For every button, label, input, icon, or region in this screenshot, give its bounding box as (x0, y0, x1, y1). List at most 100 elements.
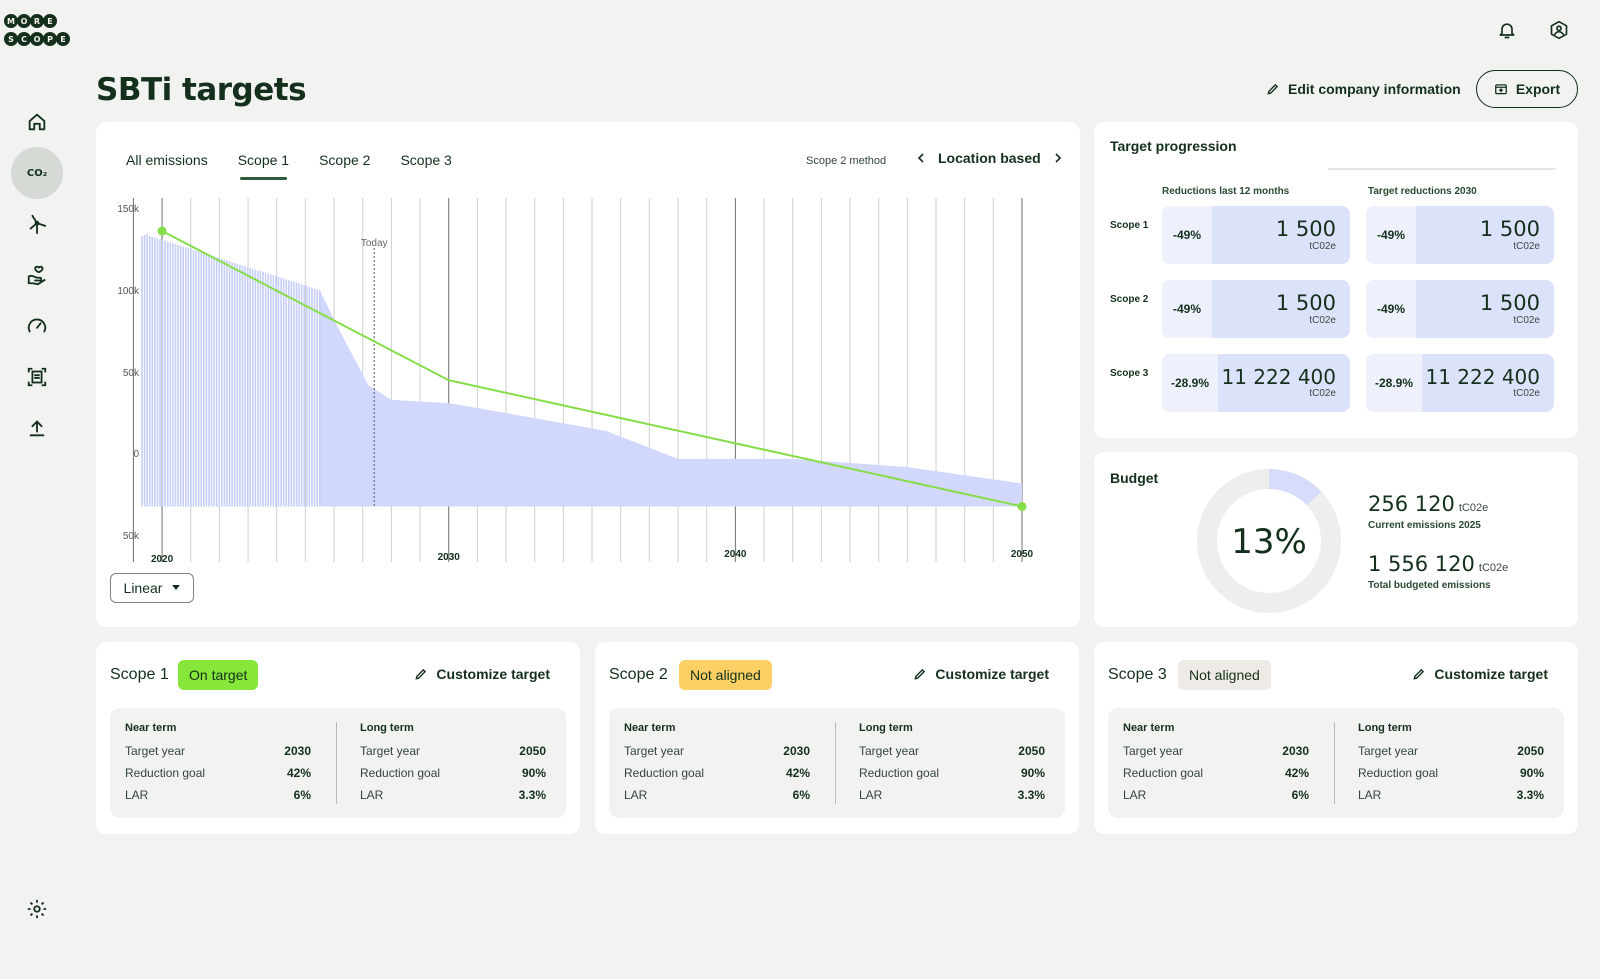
col-reductions-12m: Reductions last 12 months (1162, 186, 1290, 197)
target-progression-title: Target progression (1110, 138, 1237, 154)
sidebar-item-donations[interactable] (11, 249, 63, 301)
tp-unit: tC02e (1309, 314, 1336, 326)
co2-icon: CO₂ (26, 167, 48, 179)
reduction-goal-value: 90% (521, 766, 546, 780)
logo-letter: M (4, 14, 18, 28)
sidebar-item-home[interactable] (11, 96, 63, 148)
emissions-chart-card: All emissions Scope 1 Scope 2 Scope 3 Sc… (96, 122, 1080, 627)
target-year-row: Target year 2050 (1358, 740, 1544, 762)
lar-value: 6% (792, 788, 810, 802)
near-term-column: Near term Target year 2030 Reduction goal 42… (624, 722, 810, 806)
sidebar-item-performance[interactable] (11, 300, 63, 352)
tp-target-2030-box: -49% 1 500 tC02e (1366, 280, 1554, 338)
tp-unit: tC02e (1513, 314, 1540, 326)
column-divider (1334, 722, 1335, 804)
reduction-goal-row: Reduction goal 42% (1123, 762, 1309, 784)
tp-unit: tC02e (1309, 388, 1336, 399)
sidebar-item-reports[interactable] (11, 351, 63, 403)
receipt-scan-icon (27, 367, 47, 387)
target-details: Near term Target year 2030 Reduction goal 42… (1108, 708, 1564, 818)
total-budget-value: 1 556 120 tC02e (1368, 552, 1508, 576)
budget-title: Budget (1110, 470, 1159, 486)
lar-value: 3.3% (518, 788, 546, 802)
sidebar-item-settings[interactable] (11, 883, 63, 935)
x-tick-label: 2040 (724, 549, 747, 560)
target-progression-card: Target progression Reductions last 12 mo… (1094, 122, 1578, 438)
pencil-icon (1413, 668, 1425, 680)
lar-label: LAR (125, 788, 149, 802)
target-year-value: 2050 (519, 744, 546, 758)
lar-row: LAR 6% (1123, 784, 1309, 806)
near-term-column: Near term Target year 2030 Reduction goal 42… (125, 722, 311, 806)
logo-letter: O (30, 32, 44, 46)
customize-target-button[interactable]: Customize target (913, 666, 1049, 682)
logo-letter: R (30, 14, 44, 28)
long-term-heading: Long term (360, 722, 414, 734)
target-point (157, 226, 167, 236)
budget-card: Budget 13% 256 120 tC02e Current emission… (1094, 452, 1578, 627)
gear-icon (27, 899, 47, 919)
lar-value: 6% (1291, 788, 1309, 802)
target-year-value: 2030 (783, 744, 810, 758)
target-progression-divider (1328, 168, 1556, 170)
tp-value-block: 11 222 400 tC02e (1422, 354, 1554, 412)
lar-value: 6% (293, 788, 311, 802)
long-term-column: Long term Target year 2050 Reduction goal 90… (360, 722, 546, 806)
near-term-column: Near term Target year 2030 Reduction goal 42… (1123, 722, 1309, 806)
lar-row: LAR 3.3% (859, 784, 1045, 806)
reduction-goal-row: Reduction goal 90% (1358, 762, 1544, 784)
export-button[interactable]: Export (1476, 70, 1578, 108)
hand-heart-icon (27, 265, 46, 286)
export-icon (1494, 84, 1507, 95)
reduction-goal-row: Reduction goal 90% (859, 762, 1045, 784)
forecast-area (319, 290, 1022, 507)
sidebar-item-upload[interactable] (11, 402, 63, 454)
customize-target-button[interactable]: Customize target (1412, 666, 1548, 682)
total-budget-label: Total budgeted emissions (1368, 580, 1491, 591)
current-emissions-value: 256 120 tC02e (1368, 492, 1488, 516)
tp-target-2030-box: -28.9% 11 222 400 tC02e (1366, 354, 1554, 412)
tp-value: 1 500 (1479, 291, 1540, 316)
target-details: Near term Target year 2030 Reduction goal 42… (609, 708, 1065, 818)
user-profile-icon[interactable] (1547, 18, 1571, 42)
edit-company-button[interactable]: Edit company information (1266, 78, 1461, 100)
target-year-row: Target year 2030 (125, 740, 311, 762)
status-badge: Not aligned (679, 660, 772, 690)
customize-target-button[interactable]: Customize target (414, 666, 550, 682)
tp-reduction-12m-box: -49% 1 500 tC02e (1162, 280, 1350, 338)
y-tick-label: 0 (133, 449, 139, 460)
sidebar-item-co2[interactable]: CO₂ (11, 147, 63, 199)
sidebar-item-energy[interactable] (11, 198, 63, 250)
scale-select-value: Linear (123, 580, 163, 596)
logo-letter: O (17, 14, 31, 28)
tp-value-block: 11 222 400 tC02e (1218, 354, 1350, 412)
lar-row: LAR 6% (125, 784, 311, 806)
scale-select[interactable]: Linear (110, 573, 194, 603)
tp-value-block: 1 500 tC02e (1212, 280, 1350, 338)
caret-down-icon (172, 585, 181, 590)
pencil-icon (415, 668, 427, 680)
tp-reduction-12m-box: -49% 1 500 tC02e (1162, 206, 1350, 264)
pencil-icon (914, 668, 926, 680)
customize-target-label: Customize target (935, 666, 1049, 682)
upload-icon (29, 420, 45, 437)
tp-value: 1 500 (1275, 217, 1336, 242)
logo-letter: S (4, 32, 18, 46)
lar-label: LAR (360, 788, 384, 802)
long-term-heading: Long term (1358, 722, 1412, 734)
export-label: Export (1515, 81, 1561, 97)
long-term-column: Long term Target year 2050 Reduction goal 90… (859, 722, 1045, 806)
more-scope-logo[interactable]: MORE SCOPE (4, 14, 72, 48)
customize-target-label: Customize target (1434, 666, 1548, 682)
edit-company-label: Edit company information (1288, 81, 1461, 97)
tp-unit: tC02e (1309, 240, 1336, 252)
column-divider (835, 722, 836, 804)
reduction-goal-value: 42% (1284, 766, 1309, 780)
notification-bell-icon[interactable] (1495, 18, 1519, 42)
y-tick-label: 50k (123, 531, 140, 542)
target-year-row: Target year 2050 (360, 740, 546, 762)
target-year-label: Target year (1358, 744, 1419, 758)
tp-value: 1 500 (1275, 291, 1336, 316)
tp-percent: -49% (1162, 206, 1212, 264)
status-badge: Not aligned (1178, 660, 1271, 690)
